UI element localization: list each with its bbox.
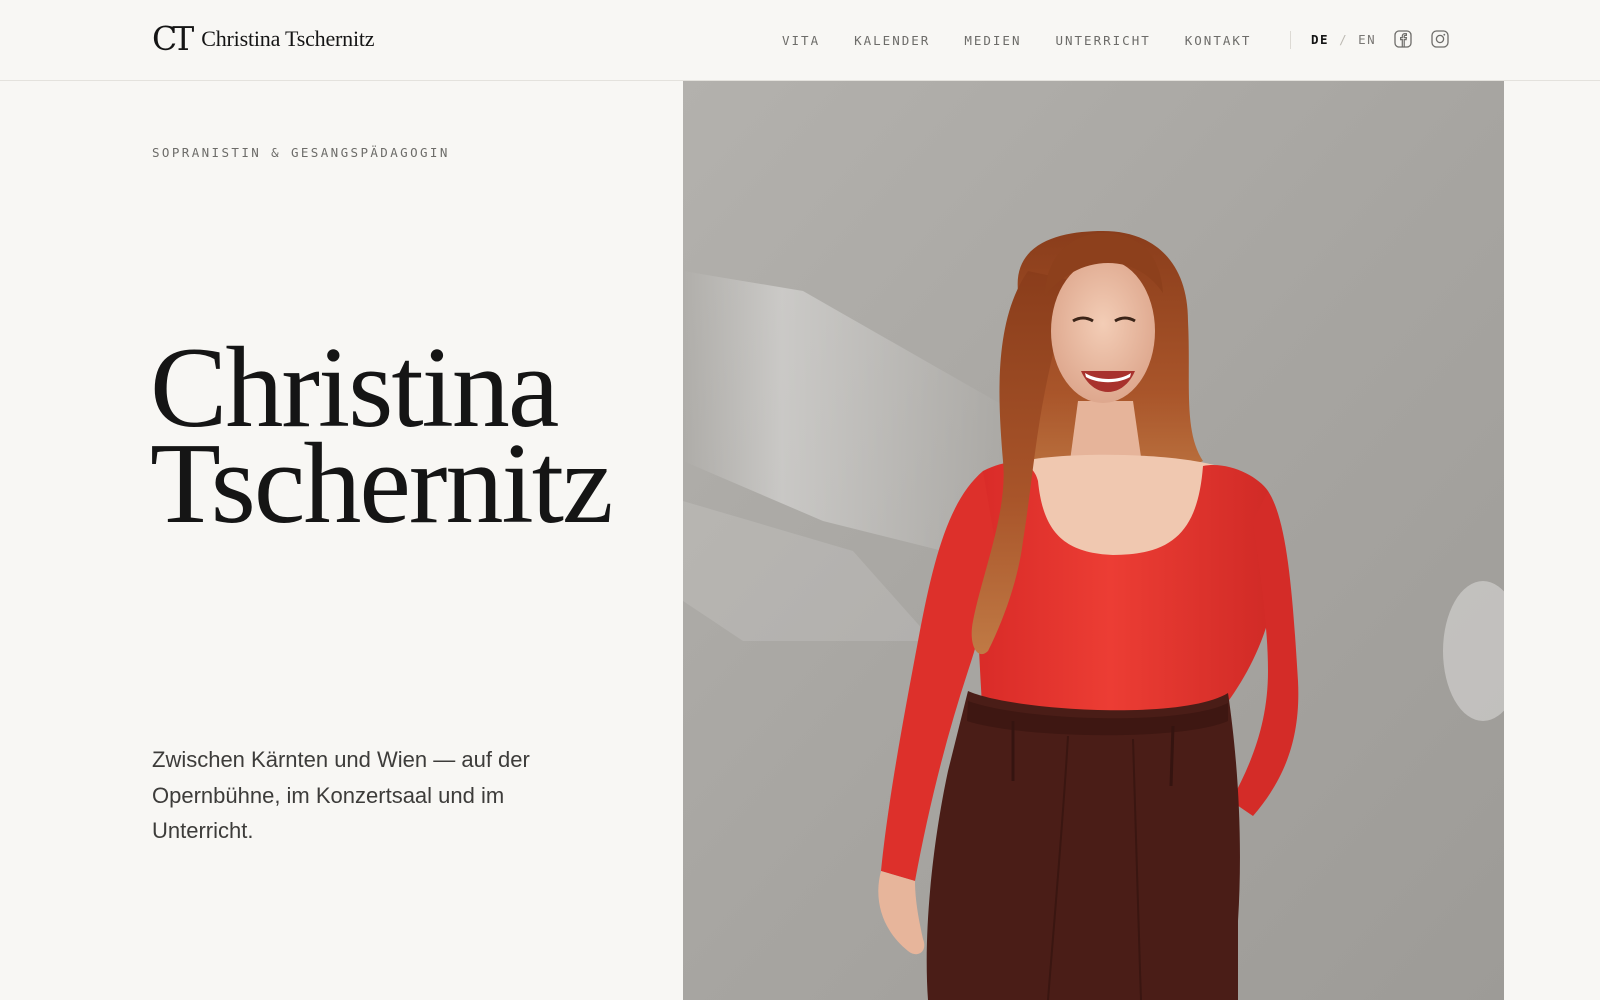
hero-eyebrow: SOPRANISTIN & GESANGSPÄDAGOGIN	[152, 145, 450, 160]
logo-monogram: CT	[152, 19, 194, 58]
instagram-icon[interactable]	[1431, 30, 1449, 48]
logo-name: Christina Tschernitz	[201, 25, 375, 51]
lang-de-link[interactable]: DE	[1311, 31, 1329, 49]
site-header: CT Christina Tschernitz VITA KALENDER ME…	[0, 0, 1600, 81]
hero-portrait-photo	[683, 81, 1504, 1000]
nav-item-vita[interactable]: VITA	[782, 32, 820, 50]
nav-item-kalender[interactable]: KALENDER	[854, 32, 930, 50]
nav-divider	[1290, 31, 1291, 49]
hero-lead-text: Zwischen Kärnten und Wien — auf der Oper…	[152, 747, 530, 843]
nav-item-unterricht[interactable]: UNTERRICHT	[1055, 32, 1150, 50]
hero-title-line2: Tschernitz	[150, 420, 613, 548]
site-logo[interactable]: CT Christina Tschernitz	[152, 19, 375, 58]
lang-separator: /	[1339, 32, 1349, 47]
nav-item-kontakt[interactable]: KONTAKT	[1185, 32, 1252, 50]
nav-item-medien[interactable]: MEDIEN	[964, 32, 1021, 50]
facebook-icon[interactable]	[1394, 30, 1412, 48]
main-nav: VITA KALENDER MEDIEN UNTERRICHT KONTAKT	[782, 32, 1285, 50]
language-switcher: DE / EN	[1311, 31, 1376, 49]
lang-en-link[interactable]: EN	[1358, 31, 1376, 49]
hero-title: Christina Tschernitz	[150, 330, 613, 548]
